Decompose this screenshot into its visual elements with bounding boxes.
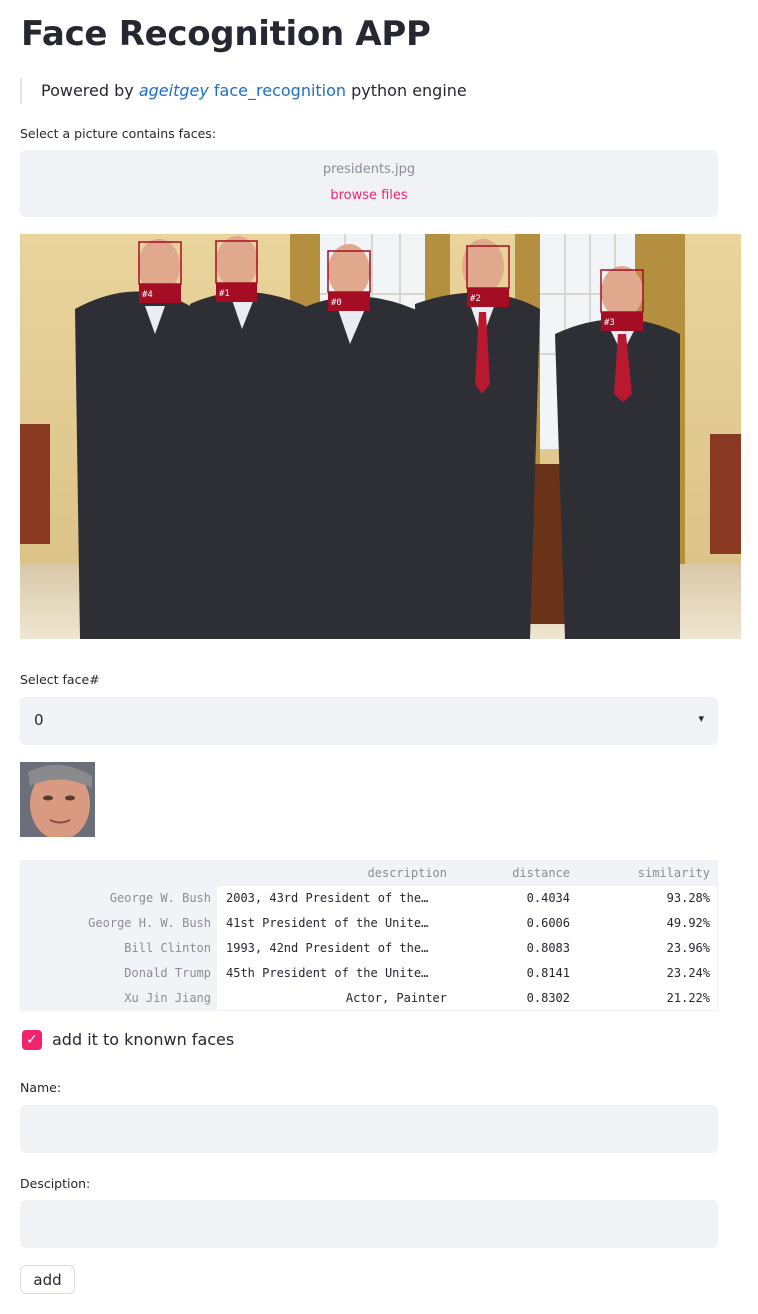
svg-text:#0: #0 — [331, 298, 342, 308]
face-select-value: 0 — [34, 711, 44, 729]
svg-text:#4: #4 — [142, 290, 153, 300]
table-row: Donald Trump 45th President of the Unite… — [21, 961, 717, 986]
uploaded-photo: #4 #1 #0 #2 #3 — [20, 234, 741, 639]
row-distance: 0.4034 — [526, 891, 570, 905]
row-distance: 0.8302 — [526, 991, 570, 1005]
table-row: Bill Clinton 1993, 42nd President of the… — [21, 936, 717, 961]
face-select[interactable]: 0 ▾ — [20, 697, 718, 745]
page-title: Face Recognition APP — [21, 14, 431, 54]
row-description: 1993, 42nd President of the… — [226, 941, 429, 955]
index-header — [21, 861, 217, 886]
checkbox-label: add it to knonwn faces — [52, 1030, 235, 1049]
table-row: George W. Bush 2003, 43rd President of t… — [21, 886, 717, 911]
table-row: George H. W. Bush 41st President of the … — [21, 911, 717, 936]
add-button[interactable]: add — [20, 1265, 75, 1294]
uploaded-filename: presidents.jpg — [322, 162, 416, 177]
name-input[interactable] — [20, 1105, 718, 1153]
row-similarity: 49.92% — [666, 916, 710, 930]
table-header: description distance similarity — [21, 861, 717, 886]
face-tag-0: #0 — [328, 292, 370, 311]
checkmark-icon[interactable]: ✓ — [22, 1030, 42, 1050]
description-input[interactable] — [20, 1200, 718, 1248]
row-distance: 0.8141 — [526, 966, 570, 980]
chevron-down-icon: ▾ — [698, 712, 704, 725]
column-header-distance: distance — [512, 866, 570, 880]
description-label: Desciption: — [20, 1176, 91, 1191]
column-header-similarity: similarity — [637, 866, 710, 880]
table-row: Xu Jin Jiang Actor, Painter 0.8302 21.22… — [21, 986, 717, 1011]
uploader-label: Select a picture contains faces: — [20, 126, 217, 141]
powered-by-note: Powered by ageitgey face_recognition pyt… — [20, 78, 467, 104]
svg-text:#2: #2 — [470, 294, 481, 304]
column-header-description: description — [367, 866, 447, 880]
name-label: Name: — [20, 1080, 62, 1095]
row-similarity: 23.96% — [666, 941, 710, 955]
row-similarity: 21.22% — [666, 991, 710, 1005]
row-name: Xu Jin Jiang — [21, 986, 217, 1011]
row-similarity: 93.28% — [666, 891, 710, 905]
row-description: 41st President of the Unite… — [226, 916, 429, 930]
row-distance: 0.6006 — [526, 916, 570, 930]
row-name: George H. W. Bush — [21, 911, 217, 936]
face-tag-2: #2 — [467, 288, 509, 307]
face-tag-4: #4 — [139, 284, 181, 303]
row-name: Donald Trump — [21, 961, 217, 986]
powered-prefix: Powered by — [41, 81, 139, 100]
row-description: 45th President of the Unite… — [226, 966, 429, 980]
row-distance: 0.8083 — [526, 941, 570, 955]
face-select-label: Select face# — [20, 672, 100, 687]
row-name: George W. Bush — [21, 886, 217, 911]
row-description: Actor, Painter — [345, 991, 447, 1005]
row-name: Bill Clinton — [21, 936, 217, 961]
selected-face-thumbnail — [20, 762, 95, 837]
author-link[interactable]: ageitgey — [139, 81, 209, 100]
face-tag-1: #1 — [216, 283, 257, 302]
powered-suffix: python engine — [346, 81, 467, 100]
svg-text:#1: #1 — [219, 289, 230, 299]
file-uploader[interactable]: presidents.jpg browse files — [20, 150, 718, 217]
row-similarity: 23.24% — [666, 966, 710, 980]
browse-files-button[interactable]: browse files — [20, 188, 718, 203]
svg-text:#3: #3 — [604, 318, 615, 328]
library-link[interactable]: face_recognition — [214, 81, 346, 100]
face-tag-3: #3 — [601, 312, 643, 331]
row-description: 2003, 43rd President of the… — [226, 891, 429, 905]
results-table: description distance similarity George W… — [20, 860, 718, 1011]
